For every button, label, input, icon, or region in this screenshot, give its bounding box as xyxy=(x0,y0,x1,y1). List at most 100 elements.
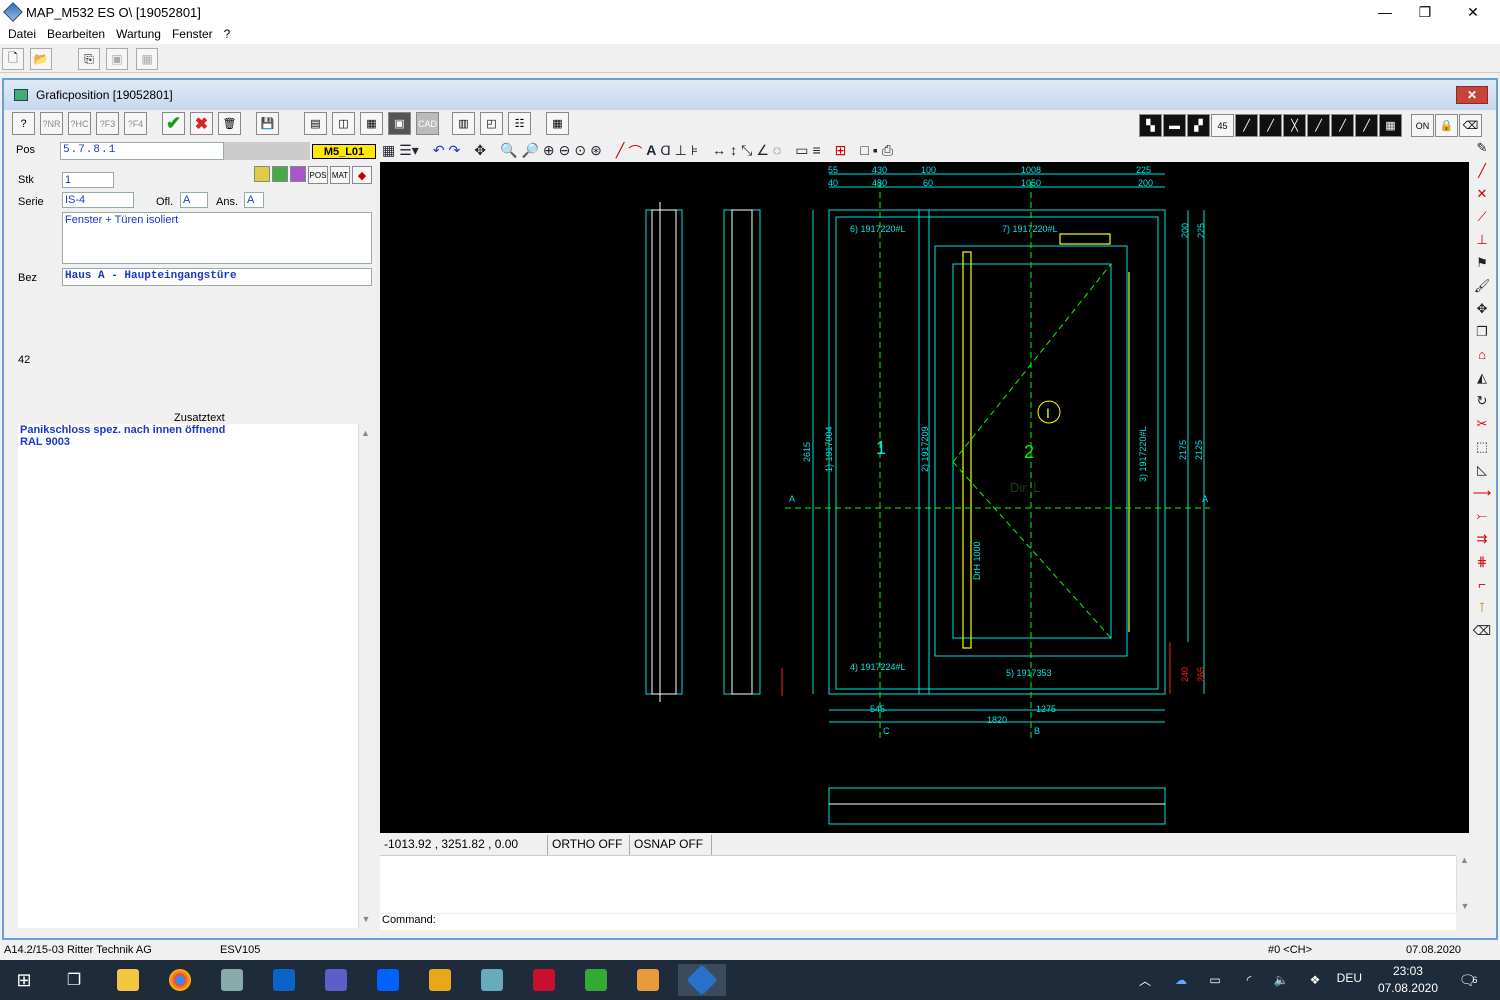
serie-field[interactable]: IS-4 xyxy=(62,192,134,208)
zoom-extents-icon[interactable]: ⊙ xyxy=(574,142,586,162)
frame-tool-1-icon[interactable]: ▤ xyxy=(304,112,327,135)
command-scrollbar[interactable]: ▲ ▼ xyxy=(1456,855,1472,913)
scroll-down-icon[interactable]: ▼ xyxy=(359,914,373,924)
f3-button[interactable]: ?F3 xyxy=(96,112,119,135)
scroll-up-icon[interactable]: ▲ xyxy=(359,428,372,438)
section-icon[interactable]: ⊞ xyxy=(835,142,847,162)
app-blue-icon[interactable] xyxy=(470,964,514,996)
nr-button[interactable]: ?NR xyxy=(40,112,63,135)
pos-button[interactable]: POS xyxy=(308,166,328,184)
dropbox-tray-icon[interactable]: ❖ xyxy=(1300,964,1330,996)
map-app-icon[interactable] xyxy=(678,964,726,996)
alert-icon[interactable]: ◆ xyxy=(352,166,372,184)
fillet-icon[interactable]: ⌐ xyxy=(1471,573,1493,596)
redo-icon[interactable]: ↷ xyxy=(449,142,461,162)
help-icon[interactable]: ? xyxy=(12,112,35,135)
delete-trash-icon[interactable]: 🗑 xyxy=(218,112,241,135)
command-history[interactable] xyxy=(380,855,1456,913)
perpendicular-icon[interactable]: ⊥ xyxy=(1471,228,1493,251)
zoom-in-icon[interactable]: ⊕ xyxy=(543,142,555,162)
task-view-icon[interactable]: ❐ xyxy=(52,964,96,996)
break-icon[interactable]: ⤚ xyxy=(1471,504,1493,527)
app-v-icon[interactable] xyxy=(418,964,462,996)
app-green-icon[interactable] xyxy=(574,964,618,996)
file-explorer-icon[interactable] xyxy=(106,964,150,996)
erase-icon[interactable]: ⌫ xyxy=(1471,619,1493,642)
volume-icon[interactable]: 🔈 xyxy=(1266,964,1296,996)
stk-field[interactable]: 1 xyxy=(62,172,114,188)
stamp-icon[interactable]: ⌂ xyxy=(1471,343,1493,366)
fill-pattern-2-icon[interactable]: ▬ xyxy=(1163,114,1186,137)
hatch-grid-icon[interactable]: ▦ xyxy=(1379,114,1402,137)
menu-help[interactable]: ? xyxy=(224,27,231,41)
move-icon[interactable]: ✥ xyxy=(1471,297,1493,320)
baseline-icon[interactable]: ⊥ xyxy=(675,142,687,162)
grid-icon[interactable]: ▦ xyxy=(136,48,158,70)
hatch-diag-3-icon[interactable]: ╱ xyxy=(1307,114,1330,137)
measure-icon[interactable]: ⊺ xyxy=(1471,596,1493,619)
command-input[interactable]: Command: xyxy=(380,914,1456,930)
pen-icon[interactable]: ✎ xyxy=(1471,136,1493,159)
calendar-grid-icon[interactable]: ▦ xyxy=(546,112,569,135)
new-file-icon[interactable]: 🗋 xyxy=(2,48,24,70)
windows-start-icon[interactable]: ⊞ xyxy=(2,964,46,996)
hatch-diag-5-icon[interactable]: ╱ xyxy=(1355,114,1378,137)
child-close-button[interactable]: ✕ xyxy=(1456,86,1488,104)
extend-icon[interactable]: ⟶ xyxy=(1471,481,1493,504)
dim-style-icon[interactable]: ▭ xyxy=(795,142,808,162)
menu-datei[interactable]: Datei xyxy=(8,27,36,41)
arc-tool-icon[interactable]: ⌒ xyxy=(628,142,642,162)
osnap-toggle[interactable]: OSNAP OFF xyxy=(630,835,712,855)
app-i-icon[interactable] xyxy=(626,964,670,996)
chrome-icon[interactable] xyxy=(158,964,202,996)
polyline-icon[interactable]: ⟋ xyxy=(1471,205,1493,228)
zusatz-scrollbar[interactable]: ▲ ▼ xyxy=(358,424,372,928)
restore-button[interactable]: ❐ xyxy=(1402,0,1448,24)
pos-field[interactable]: 5.7.8.1 xyxy=(60,142,224,160)
angle-45-button[interactable]: 45 xyxy=(1211,114,1234,137)
autocad-icon[interactable] xyxy=(522,964,566,996)
close-button[interactable]: ✕ xyxy=(1450,0,1496,24)
save-disk-icon[interactable]: 💾 xyxy=(256,112,279,135)
zoom-out-icon[interactable]: ⊖ xyxy=(559,142,571,162)
eraser-icon[interactable]: ⌫ xyxy=(1459,114,1482,137)
lock-icon[interactable]: 🔒 xyxy=(1435,114,1458,137)
menu-bearbeiten[interactable]: Bearbeiten xyxy=(47,27,105,41)
dropbox-icon[interactable] xyxy=(366,964,410,996)
offset-icon[interactable]: ⇉ xyxy=(1471,527,1493,550)
teams-icon[interactable] xyxy=(314,964,358,996)
ofl-field[interactable]: A xyxy=(180,192,208,208)
ans-field[interactable]: A xyxy=(244,192,264,208)
cancel-x-icon[interactable]: ✖ xyxy=(190,112,213,135)
zusatz-text-area[interactable]: Panikschloss spez. nach innen öffnend RA… xyxy=(18,424,358,928)
dim-angle-icon[interactable]: ∠ xyxy=(756,142,769,162)
frame-tool-3-icon[interactable]: ▦ xyxy=(360,112,383,135)
frame-tool-2-icon[interactable]: ◫ xyxy=(332,112,355,135)
zoom-center-icon[interactable]: ⊛ xyxy=(590,142,602,162)
layout-tool-2-icon[interactable]: ◰ xyxy=(480,112,503,135)
frame-tool-4-icon[interactable]: ▣ xyxy=(388,112,411,135)
description-field[interactable]: Fenster + Türen isoliert xyxy=(62,212,372,264)
cross-icon[interactable]: ✕ xyxy=(1471,182,1493,205)
array-icon[interactable]: ⋕ xyxy=(1471,550,1493,573)
zoom-window-icon[interactable]: 🔍 xyxy=(500,142,517,162)
confirm-check-icon[interactable]: ✔ xyxy=(162,112,185,135)
mirror-icon[interactable]: ◭ xyxy=(1471,366,1493,389)
hatch-diag-2-icon[interactable]: ╱ xyxy=(1259,114,1282,137)
hatch-diag-4-icon[interactable]: ╱ xyxy=(1331,114,1354,137)
dim-radius-icon[interactable]: ◌ xyxy=(773,142,781,162)
line-draw-icon[interactable]: ╱ xyxy=(1471,159,1493,182)
line-tool-icon[interactable]: ╱ xyxy=(616,142,624,162)
hatch-cross-icon[interactable]: ╳ xyxy=(1283,114,1306,137)
color-3-icon[interactable] xyxy=(290,166,306,182)
align-icon[interactable]: ⊧ xyxy=(691,142,698,162)
save-drawing-icon[interactable]: ▪ xyxy=(873,142,878,162)
cmd-scroll-up-icon[interactable]: ▲ xyxy=(1457,855,1472,865)
menu-wartung[interactable]: Wartung xyxy=(116,27,161,41)
mat-button[interactable]: MAT xyxy=(330,166,350,184)
outlook-icon[interactable] xyxy=(262,964,306,996)
color-2-icon[interactable] xyxy=(272,166,288,182)
hatch-diag-1-icon[interactable]: ╱ xyxy=(1235,114,1258,137)
copy-shape-icon[interactable]: ❐ xyxy=(1471,320,1493,343)
dim-aligned-icon[interactable]: ⤡ xyxy=(741,142,752,162)
